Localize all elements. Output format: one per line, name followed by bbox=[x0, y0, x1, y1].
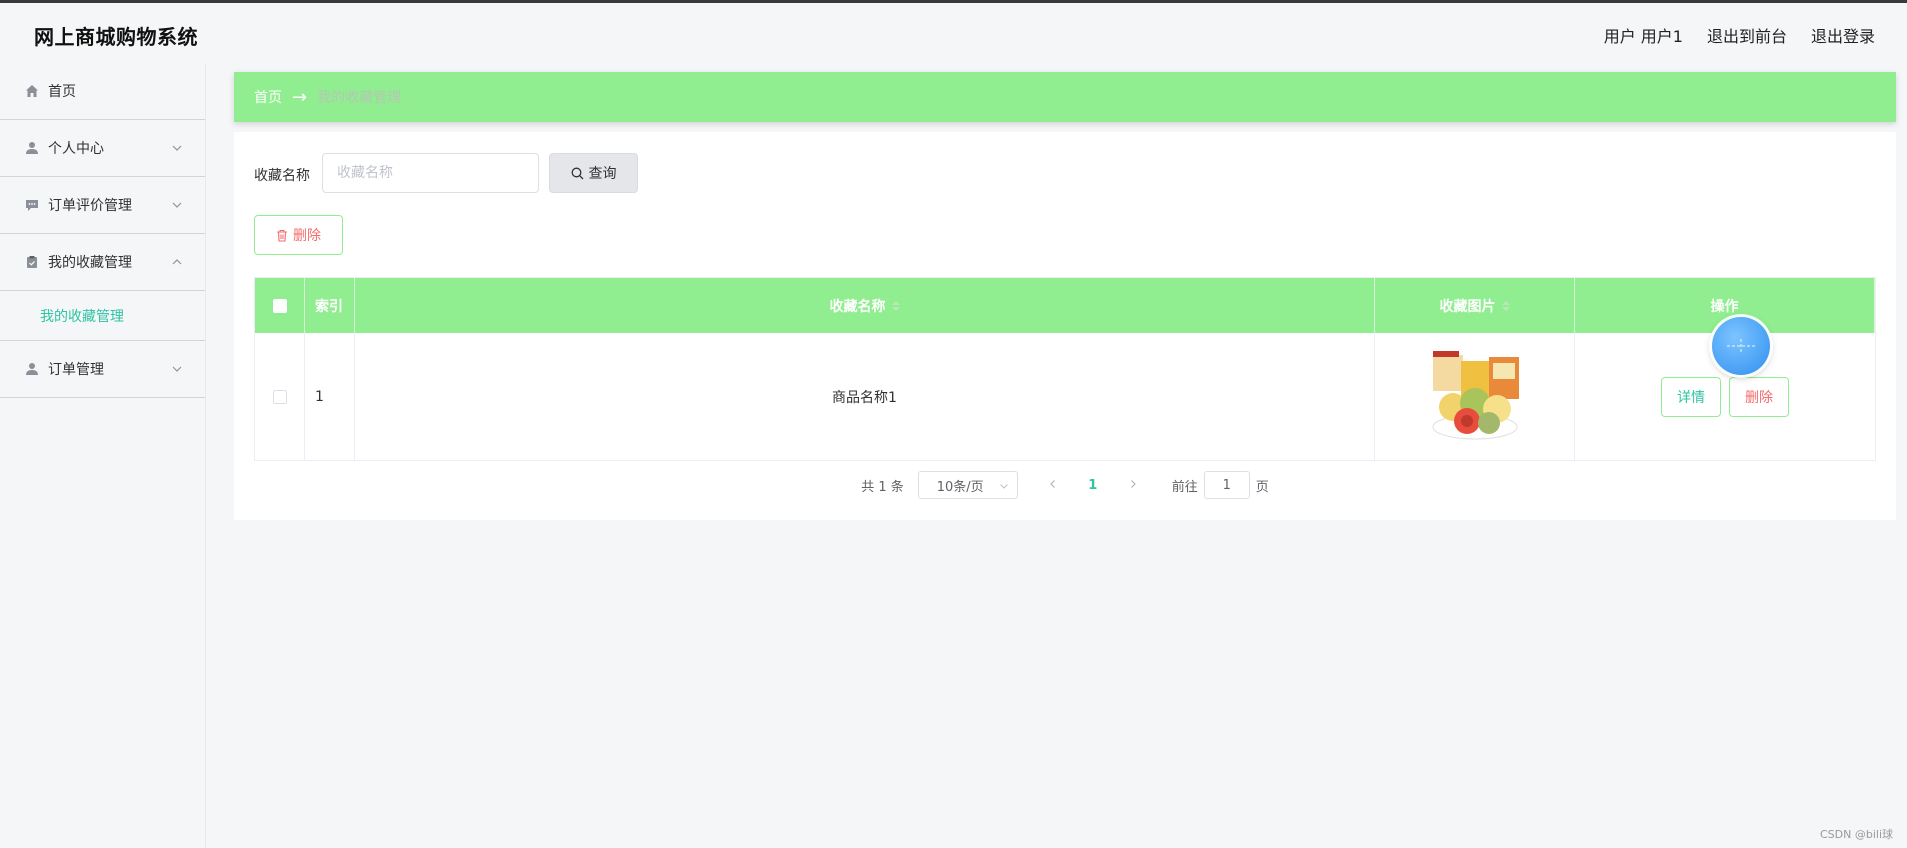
row-index: 1 bbox=[305, 333, 355, 460]
to-front-link[interactable]: 退出到前台 bbox=[1707, 23, 1787, 47]
header-image[interactable]: 收藏图片 bbox=[1375, 278, 1575, 333]
header-name-label: 收藏名称 bbox=[829, 298, 886, 315]
row-checkbox[interactable] bbox=[272, 389, 287, 404]
header-select-cell bbox=[255, 278, 305, 333]
crosshair-icon bbox=[1727, 339, 1755, 353]
header-image-label: 收藏图片 bbox=[1439, 298, 1496, 315]
trash-icon bbox=[277, 229, 287, 242]
prev-page-button[interactable] bbox=[1038, 478, 1068, 493]
breadcrumb-current: 我的收藏管理 bbox=[317, 90, 402, 106]
row-name: 商品名称1 bbox=[355, 333, 1375, 460]
sidebar-item-label: 订单管理 bbox=[48, 362, 104, 378]
sidebar-item-orders[interactable]: 订单管理 bbox=[0, 341, 205, 398]
breadcrumb-home[interactable]: 首页 bbox=[254, 87, 282, 107]
sidebar-item-label: 个人中心 bbox=[48, 141, 104, 157]
select-all-checkbox[interactable] bbox=[272, 298, 287, 313]
table-header: 索引 收藏名称 收藏图片 操作 bbox=[255, 278, 1875, 333]
chevron-left-icon bbox=[1049, 479, 1055, 488]
delete-button[interactable]: 删除 bbox=[1729, 376, 1789, 417]
detail-button[interactable]: 详情 bbox=[1661, 376, 1721, 417]
sidebar: 首页 个人中心 订单评价管理 我的收藏管理 我的收藏管理 订单管理 bbox=[0, 63, 206, 848]
row-select-cell bbox=[255, 333, 305, 460]
user-icon bbox=[24, 361, 40, 377]
comment-icon bbox=[24, 197, 40, 213]
search-button[interactable]: 查询 bbox=[549, 153, 638, 193]
goto-suffix: 页 bbox=[1255, 479, 1269, 495]
batch-delete-button[interactable]: 删除 bbox=[254, 215, 343, 255]
sidebar-item-label: 首页 bbox=[48, 84, 76, 100]
goto-prefix: 前往 bbox=[1171, 479, 1198, 495]
main-panel: 收藏名称 查询 删除 索引 收藏名称 收藏图片 操作 bbox=[234, 132, 1896, 520]
search-label: 收藏名称 bbox=[254, 168, 310, 184]
breadcrumb: 首页 → 我的收藏管理 bbox=[234, 72, 1896, 122]
sort-icon[interactable] bbox=[891, 300, 900, 311]
chevron-down-icon bbox=[999, 484, 1008, 489]
arrow-right-icon: → bbox=[292, 86, 308, 108]
sidebar-item-personal-center[interactable]: 个人中心 bbox=[0, 120, 205, 177]
logout-link[interactable]: 退出登录 bbox=[1811, 23, 1875, 47]
page-number-current[interactable]: 1 bbox=[1076, 478, 1110, 493]
next-page-button[interactable] bbox=[1118, 478, 1148, 493]
chevron-down-icon bbox=[172, 366, 182, 372]
sort-icon[interactable] bbox=[1501, 300, 1510, 311]
user-icon bbox=[24, 140, 40, 156]
sidebar-item-label: 订单评价管理 bbox=[48, 198, 132, 214]
table-row: 1 商品名称1 详情 删除 bbox=[255, 333, 1875, 460]
chevron-up-icon bbox=[172, 259, 182, 265]
watermark: CSDN @bili球 bbox=[1819, 828, 1893, 841]
chevron-down-icon bbox=[172, 145, 182, 151]
user-label[interactable]: 用户 用户1 bbox=[1604, 23, 1683, 47]
search-button-label: 查询 bbox=[588, 166, 617, 182]
batch-delete-label: 删除 bbox=[293, 228, 321, 244]
pagination: 共 1 条 10条/页 1 前往 页 bbox=[234, 471, 1896, 499]
search-input[interactable] bbox=[322, 153, 539, 193]
chevron-down-icon bbox=[172, 202, 182, 208]
product-thumbnail[interactable] bbox=[1423, 347, 1527, 447]
floating-assistant-button[interactable] bbox=[1712, 317, 1770, 375]
home-icon bbox=[24, 83, 40, 99]
goto-page-input[interactable] bbox=[1203, 471, 1250, 499]
clipboard-icon bbox=[24, 254, 40, 270]
app-header: 网上商城购物系统 用户 用户1 退出到前台 退出登录 bbox=[0, 3, 1907, 63]
sidebar-item-label: 我的收藏管理 bbox=[48, 255, 132, 271]
sidebar-subitem-favorites[interactable]: 我的收藏管理 bbox=[0, 291, 205, 341]
header-actions: 用户 用户1 退出到前台 退出登录 bbox=[1604, 23, 1875, 47]
header-name[interactable]: 收藏名称 bbox=[355, 278, 1375, 333]
sidebar-item-home[interactable]: 首页 bbox=[0, 63, 205, 120]
sidebar-item-order-review[interactable]: 订单评价管理 bbox=[0, 177, 205, 234]
app-title: 网上商城购物系统 bbox=[34, 25, 198, 49]
pagination-total: 共 1 条 bbox=[861, 479, 904, 495]
sidebar-item-favorites[interactable]: 我的收藏管理 bbox=[0, 234, 205, 291]
favorites-table: 索引 收藏名称 收藏图片 操作 1 商品名称1 详情 删除 bbox=[254, 277, 1876, 461]
chevron-right-icon bbox=[1130, 479, 1136, 488]
header-index: 索引 bbox=[305, 278, 355, 333]
page-size-select[interactable]: 10条/页 bbox=[917, 471, 1018, 499]
search-icon bbox=[571, 167, 583, 179]
row-image-cell bbox=[1375, 333, 1575, 460]
page-size-value: 10条/页 bbox=[936, 479, 984, 495]
